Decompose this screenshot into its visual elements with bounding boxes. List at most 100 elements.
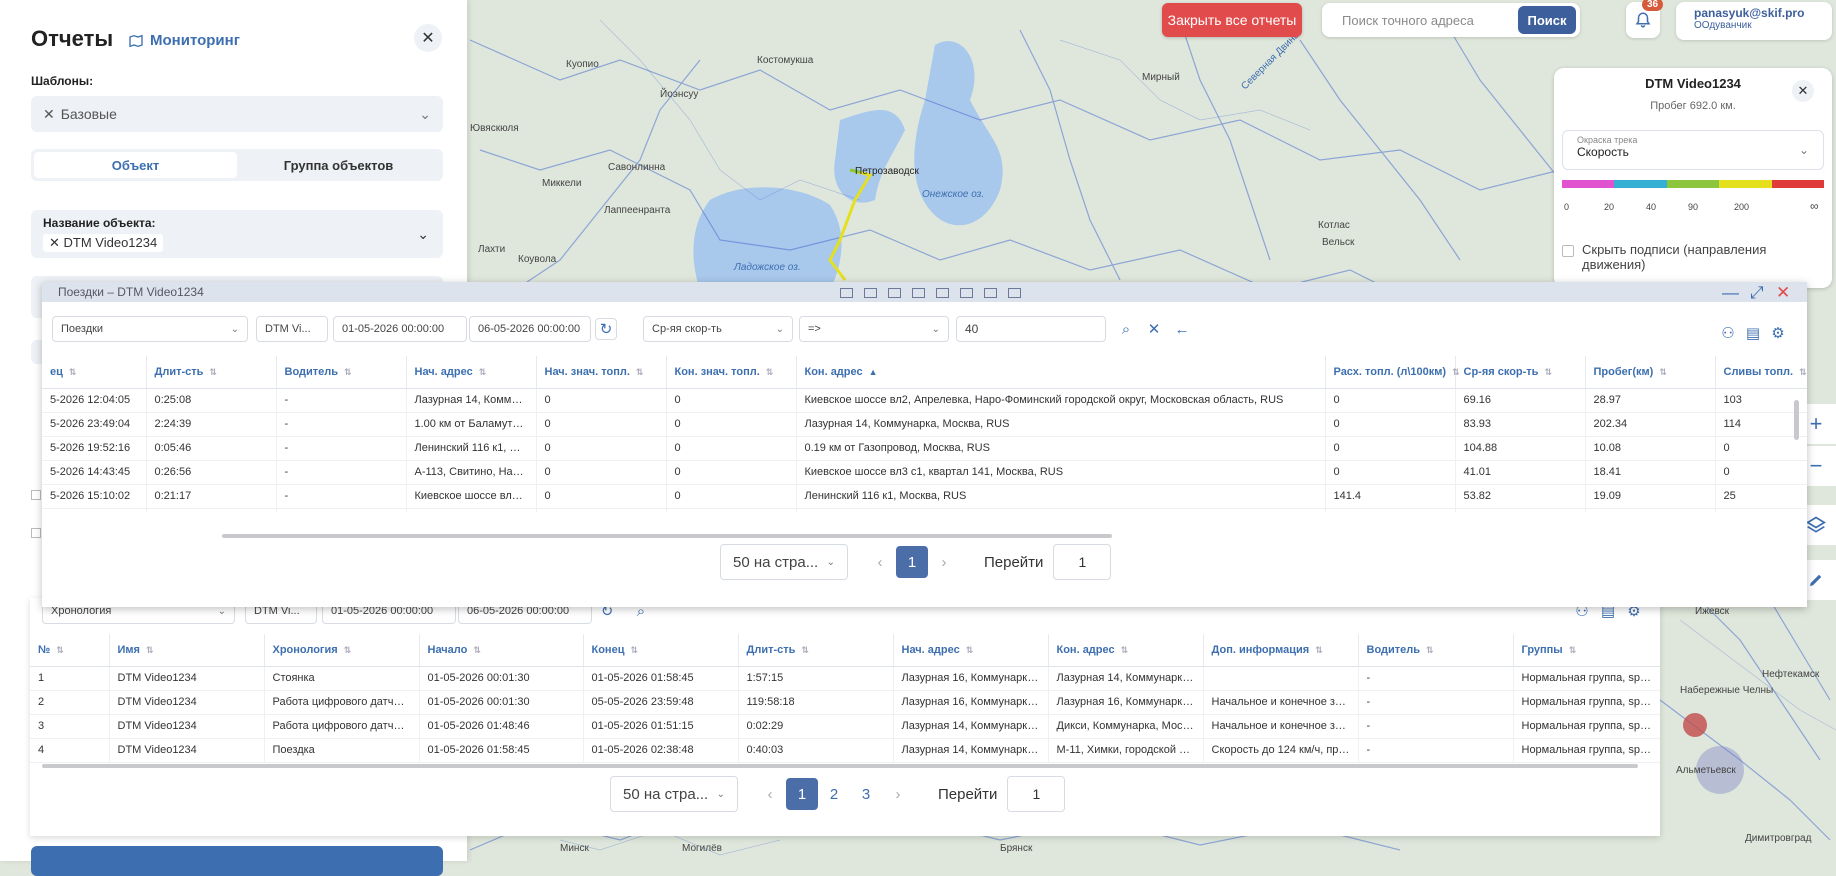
tab-object[interactable]: Объект — [34, 152, 237, 178]
trips-per-page-select[interactable]: 50 на стра... ⌄ — [720, 544, 848, 580]
user-menu[interactable]: panasyuk@skif.pro ООдуванчик — [1676, 2, 1832, 40]
prev-page-button[interactable]: ‹ — [754, 778, 786, 810]
column-header[interactable]: Водитель ⇅ — [276, 356, 407, 389]
sort-icon[interactable]: ⇅ — [1544, 367, 1552, 377]
fullscreen-icon[interactable]: ⤢ — [1750, 283, 1764, 303]
sort-icon[interactable]: ⇅ — [344, 367, 352, 377]
address-search-input[interactable] — [1342, 12, 1518, 28]
page-button[interactable]: 1 — [896, 546, 928, 578]
layout-icon[interactable] — [888, 288, 901, 298]
generate-report-button[interactable] — [31, 846, 443, 876]
checkbox[interactable] — [31, 528, 41, 538]
table-row[interactable]: 5-2026 02:38:480:40:03-Лазурная 14, Комм… — [42, 508, 1807, 512]
column-header[interactable]: Кон. адрес ▲ — [796, 356, 1326, 389]
column-header[interactable]: Расх. топл. (л\100км) ⇅ — [1325, 356, 1460, 389]
sort-ascending-icon[interactable]: ▲ — [869, 367, 878, 377]
column-header[interactable]: Водитель ⇅ — [1358, 634, 1514, 667]
column-header[interactable]: ец ⇅ — [42, 356, 147, 389]
table-row[interactable]: 5-2026 12:04:05 0:25:08- Лазурная 14, Комм… — [42, 388, 1807, 413]
sort-icon[interactable]: ⇅ — [966, 645, 974, 655]
layout-icon[interactable] — [960, 288, 973, 298]
object-select[interactable]: Название объекта: ✕ DTM Video1234 ⌄ — [31, 210, 443, 258]
refresh-button[interactable]: ↻ — [595, 318, 617, 340]
trips-window-header[interactable]: Поездки – DTM Video1234 — ⤢ ✕ — [42, 282, 1807, 302]
sort-icon[interactable]: ⇅ — [766, 367, 774, 377]
table-row[interactable]: 2 DTM Video1234 Работа цифрового датчика 01… — [30, 690, 1660, 715]
layout-icon[interactable] — [936, 288, 949, 298]
filter-operator-select[interactable]: => ⌄ — [799, 316, 949, 342]
sort-icon[interactable]: ⇅ — [1426, 645, 1434, 655]
chron-horizontal-scrollbar[interactable] — [42, 764, 1638, 768]
trips-goto-input[interactable]: 1 — [1053, 544, 1112, 580]
sort-icon[interactable]: ⇅ — [1452, 367, 1460, 377]
chron-per-page-select[interactable]: 50 на стра... ⌄ — [610, 776, 738, 812]
page-button[interactable]: 3 — [850, 778, 882, 810]
table-row[interactable]: 5-2026 15:10:02 0:21:17- Киевское шоссе вл… — [42, 484, 1807, 509]
remove-chip-icon[interactable]: ✕ — [49, 235, 64, 250]
apply-filter-button[interactable]: ⌕ — [1115, 318, 1137, 340]
table-row[interactable]: 5-2026 23:49:04 2:24:39-1.00 км от Баламу… — [42, 412, 1807, 437]
sort-icon[interactable]: ⇅ — [1799, 367, 1807, 377]
column-header[interactable]: Имя ⇅ — [109, 634, 265, 667]
sort-icon[interactable]: ⇅ — [56, 645, 64, 655]
column-header[interactable]: Нач. адрес ⇅ — [406, 356, 537, 389]
date-to-input[interactable]: 06-05-2026 00:00:00 — [469, 316, 591, 342]
close-icon[interactable]: ✕ — [1776, 283, 1790, 303]
sort-icon[interactable]: ⇅ — [344, 645, 352, 655]
track-panel-close-button[interactable]: ✕ — [1792, 80, 1814, 102]
trips-vertical-scrollbar[interactable] — [1794, 400, 1799, 440]
layout-icon[interactable] — [840, 288, 853, 298]
share-button[interactable]: ⚇ — [1717, 322, 1739, 344]
sort-icon[interactable]: ⇅ — [479, 367, 487, 377]
column-header[interactable]: Конец ⇅ — [583, 634, 739, 667]
layout-icon[interactable] — [912, 288, 925, 298]
reports-close-button[interactable]: ✕ — [414, 24, 442, 52]
column-header[interactable]: Кон. адрес ⇅ — [1048, 634, 1204, 667]
sort-icon[interactable]: ⇅ — [630, 645, 638, 655]
templates-select[interactable]: ✕ Базовые ⌄ — [31, 96, 443, 132]
layout-icon[interactable] — [1008, 288, 1021, 298]
sort-icon[interactable]: ⇅ — [69, 367, 77, 377]
column-header[interactable]: Пробег(км) ⇅ — [1585, 356, 1716, 389]
sort-icon[interactable]: ⇅ — [801, 645, 809, 655]
page-button[interactable]: 1 — [786, 778, 818, 810]
table-row[interactable]: 5-2026 19:52:16 0:05:46- Ленинский 116 к1,… — [42, 436, 1807, 461]
object-select[interactable]: DTM Vi... — [256, 316, 328, 342]
monitoring-link[interactable]: Мониторинг — [128, 32, 240, 49]
sort-icon[interactable]: ⇅ — [1121, 645, 1129, 655]
column-header[interactable]: Группы ⇅ — [1513, 634, 1660, 667]
settings-button[interactable]: ⚙ — [1767, 322, 1789, 344]
next-page-button[interactable]: › — [928, 546, 960, 578]
chron-goto-input[interactable]: 1 — [1007, 776, 1066, 812]
tab-object-group[interactable]: Группа объектов — [237, 152, 440, 178]
column-header[interactable]: Кон. знач. топл. ⇅ — [666, 356, 797, 389]
column-header[interactable]: Нач. знач. топл. ⇅ — [536, 356, 667, 389]
report-type-select[interactable]: Поездки ⌄ — [52, 316, 248, 342]
column-header[interactable]: Нач. адрес ⇅ — [893, 634, 1049, 667]
column-header[interactable]: Сливы топл. ⇅ — [1715, 356, 1807, 389]
minimize-icon[interactable]: — — [1722, 283, 1739, 303]
table-row[interactable]: 4 DTM Video1234 Поездка 01-05-2026 01:58:45… — [30, 738, 1660, 763]
column-header[interactable]: Доп. информация ⇅ — [1203, 634, 1359, 667]
column-header[interactable]: Хронология ⇅ — [264, 634, 420, 667]
sort-icon[interactable]: ⇅ — [1659, 367, 1667, 377]
layout-icon[interactable] — [984, 288, 997, 298]
sort-icon[interactable]: ⇅ — [636, 367, 644, 377]
page-button[interactable]: 2 — [818, 778, 850, 810]
hide-labels-checkbox[interactable]: Скрыть подписи (направления движения) — [1562, 242, 1824, 272]
column-header[interactable]: № ⇅ — [30, 634, 110, 667]
column-header[interactable]: Длит-сть ⇅ — [146, 356, 277, 389]
table-row[interactable]: 1 DTM Video1234 Стоянка 01-05-2026 00:01:30… — [30, 666, 1660, 691]
track-color-select[interactable]: Окраска трека Скорость ⌄ — [1562, 130, 1824, 170]
trips-horizontal-scrollbar[interactable] — [222, 534, 1112, 538]
sort-icon[interactable]: ⇅ — [146, 645, 154, 655]
clear-filter-button[interactable]: ✕ — [1143, 318, 1165, 340]
prev-page-button[interactable]: ‹ — [864, 546, 896, 578]
close-all-reports-button[interactable]: Закрыть все отчеты — [1162, 3, 1302, 37]
next-page-button[interactable]: › — [882, 778, 914, 810]
checkbox[interactable] — [31, 490, 41, 500]
layout-icon[interactable] — [864, 288, 877, 298]
date-from-input[interactable]: 01-05-2026 00:00:00 — [333, 316, 467, 342]
sort-icon[interactable]: ⇅ — [473, 645, 481, 655]
back-button[interactable]: ← — [1171, 318, 1193, 340]
